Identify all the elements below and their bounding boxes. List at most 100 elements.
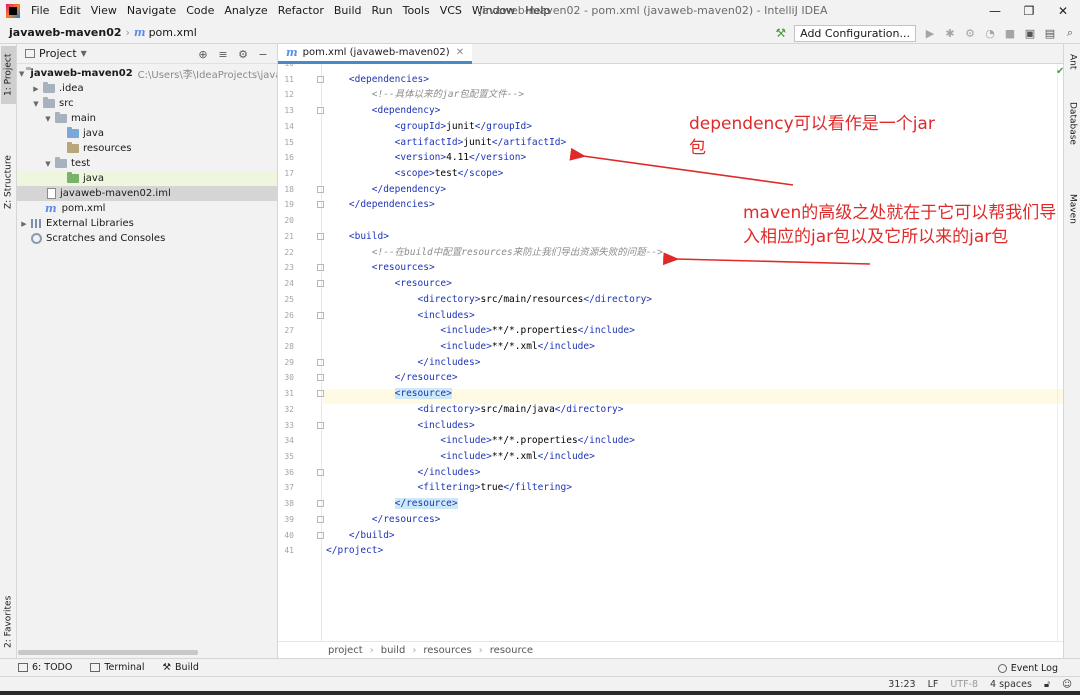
breadcrumb-item[interactable]: resources <box>423 645 471 656</box>
tree-item-project-root[interactable]: ▼ javaweb-maven02 C:\Users\李\IdeaProject… <box>17 66 277 81</box>
notifications-icon[interactable]: ☺ <box>1062 679 1072 690</box>
minimize-icon[interactable]: — <box>978 0 1012 22</box>
fold-toggle-icon[interactable] <box>317 390 324 398</box>
code-line[interactable]: </includes> <box>326 355 481 370</box>
fold-toggle-icon[interactable] <box>317 500 324 508</box>
caret-position[interactable]: 31:23 <box>888 679 915 690</box>
collapse-all-icon[interactable]: ≡ <box>213 48 233 61</box>
menu-tools[interactable]: Tools <box>398 0 435 22</box>
breadcrumb-project[interactable]: javaweb-maven02 <box>9 26 122 39</box>
fold-toggle-icon[interactable] <box>317 201 324 209</box>
code-line[interactable]: <directory>src/main/resources</directory… <box>326 292 653 307</box>
code-line[interactable]: <!--在build中配置resources来防止我们导出资源失败的问题--> <box>326 245 663 260</box>
code-line[interactable]: <filtering>true</filtering> <box>326 480 572 495</box>
code-line[interactable]: <resources> <box>326 260 435 275</box>
code-line[interactable]: <groupId>junit</groupId> <box>326 119 532 134</box>
breadcrumb-file[interactable]: pom.xml <box>149 26 197 39</box>
project-structure-icon[interactable]: ▣ <box>1020 27 1040 40</box>
code-line[interactable]: <dependency> <box>326 103 441 118</box>
tool-tab-database[interactable]: Database <box>1066 102 1079 172</box>
menu-edit[interactable]: Edit <box>54 0 85 22</box>
search-icon[interactable]: ⌕ <box>1060 26 1080 40</box>
menu-analyze[interactable]: Analyze <box>219 0 272 22</box>
fold-toggle-icon[interactable] <box>317 232 324 240</box>
code-editor[interactable]: 10 11 12 13 14 15 16 17 18 19 20 21 22 23 24 25 26 27 28 29… <box>278 64 1063 641</box>
tab-pom-xml[interactable]: m pom.xml (javaweb-maven02) ✕ <box>278 44 473 64</box>
code-line[interactable]: </dependencies> <box>326 197 435 212</box>
menu-file[interactable]: File <box>26 0 54 22</box>
close-icon[interactable]: ✕ <box>1046 0 1080 22</box>
code-line[interactable]: <version>4.11</version> <box>326 150 527 165</box>
chevron-down-icon[interactable]: ▼ <box>43 160 53 168</box>
lock-icon[interactable]: 🔓︎ <box>1044 679 1050 690</box>
code-line[interactable]: </build> <box>326 528 395 543</box>
fold-toggle-icon[interactable] <box>317 264 324 272</box>
tree-item-external-libraries[interactable]: ▶ External Libraries <box>17 216 277 231</box>
code-line[interactable]: </resource> <box>326 496 458 511</box>
stop-icon[interactable]: ■ <box>1000 27 1020 40</box>
build-hammer-icon[interactable]: ⚒ <box>775 26 786 40</box>
tree-item-resources[interactable]: resources <box>17 141 277 156</box>
chevron-down-icon[interactable]: ▼ <box>31 100 41 108</box>
tool-tab-structure[interactable]: Z: Structure <box>1 154 16 210</box>
tree-item-pom[interactable]: m pom.xml <box>17 201 277 216</box>
code-line[interactable]: <include>**/*.xml</include> <box>326 339 594 354</box>
code-line[interactable]: <scope>test</scope> <box>326 166 504 181</box>
menu-view[interactable]: View <box>86 0 122 22</box>
tree-item-test-java[interactable]: java <box>17 171 277 186</box>
fold-toggle-icon[interactable] <box>317 75 324 83</box>
code-line[interactable]: <resource> <box>326 386 452 401</box>
code-line[interactable]: <artifactId>junit</artifactId> <box>326 135 567 150</box>
add-configuration-button[interactable]: Add Configuration... <box>794 24 916 42</box>
code-line[interactable]: <includes> <box>326 418 475 433</box>
tree-item-scratches[interactable]: Scratches and Consoles <box>17 231 277 246</box>
file-encoding[interactable]: UTF-8 <box>950 679 978 690</box>
hide-panel-icon[interactable]: − <box>253 48 273 61</box>
run-icon[interactable]: ▶ <box>920 27 940 40</box>
fold-toggle-icon[interactable] <box>317 358 324 366</box>
fold-toggle-icon[interactable] <box>317 107 324 115</box>
fold-toggle-icon[interactable] <box>317 421 324 429</box>
chevron-right-icon[interactable]: ▶ <box>19 220 29 228</box>
gear-icon[interactable]: ⚙ <box>233 48 253 61</box>
tree-item-test[interactable]: ▼ test <box>17 156 277 171</box>
coverage-icon[interactable]: ⚙ <box>960 27 980 40</box>
fold-toggle-icon[interactable] <box>317 185 324 193</box>
breadcrumb-item[interactable]: resource <box>490 645 533 656</box>
tool-tab-terminal[interactable]: Terminal <box>90 662 145 673</box>
menu-build[interactable]: Build <box>329 0 367 22</box>
tool-tab-maven[interactable]: Maven <box>1066 194 1079 244</box>
code-line[interactable]: <!--具体以来的jar包配置文件--> <box>326 87 524 102</box>
fold-toggle-icon[interactable] <box>317 280 324 288</box>
tree-item-src[interactable]: ▼ src <box>17 96 277 111</box>
code-line[interactable]: </project> <box>326 543 383 558</box>
code-line[interactable]: <includes> <box>326 308 475 323</box>
menu-refactor[interactable]: Refactor <box>273 0 329 22</box>
locate-icon[interactable]: ⊕ <box>193 48 213 61</box>
tool-tab-build[interactable]: ⚒ Build <box>163 662 199 673</box>
restore-icon[interactable]: ❐ <box>1012 0 1046 22</box>
fold-toggle-icon[interactable] <box>317 374 324 382</box>
tree-item-idea[interactable]: ▶ .idea <box>17 81 277 96</box>
tool-tab-event-log[interactable]: Event Log <box>997 659 1058 677</box>
code-line[interactable]: </includes> <box>326 465 481 480</box>
fold-toggle-icon[interactable] <box>317 515 324 523</box>
code-line[interactable]: <dependencies> <box>326 72 429 87</box>
horizontal-scrollbar[interactable] <box>18 650 198 655</box>
close-icon[interactable]: ✕ <box>456 47 464 58</box>
project-view-selector[interactable]: Project <box>39 47 77 60</box>
code-line[interactable]: <include>**/*.properties</include> <box>326 433 634 448</box>
code-line[interactable]: <include>**/*.properties</include> <box>326 323 634 338</box>
chevron-down-icon[interactable]: ▼ <box>81 49 87 58</box>
tree-item-main-java[interactable]: java <box>17 126 277 141</box>
code-line[interactable]: </dependency> <box>326 182 446 197</box>
fold-toggle-icon[interactable] <box>317 311 324 319</box>
menu-vcs[interactable]: VCS <box>435 0 467 22</box>
code-line[interactable]: </resource> <box>326 370 458 385</box>
code-line[interactable]: <directory>src/main/java</directory> <box>326 402 624 417</box>
breadcrumb-item[interactable]: build <box>381 645 406 656</box>
fold-toggle-icon[interactable] <box>317 531 324 539</box>
code-line[interactable]: <resource> <box>326 276 452 291</box>
breadcrumb-item[interactable]: project <box>328 645 363 656</box>
tool-tab-ant[interactable]: Ant <box>1066 54 1079 84</box>
